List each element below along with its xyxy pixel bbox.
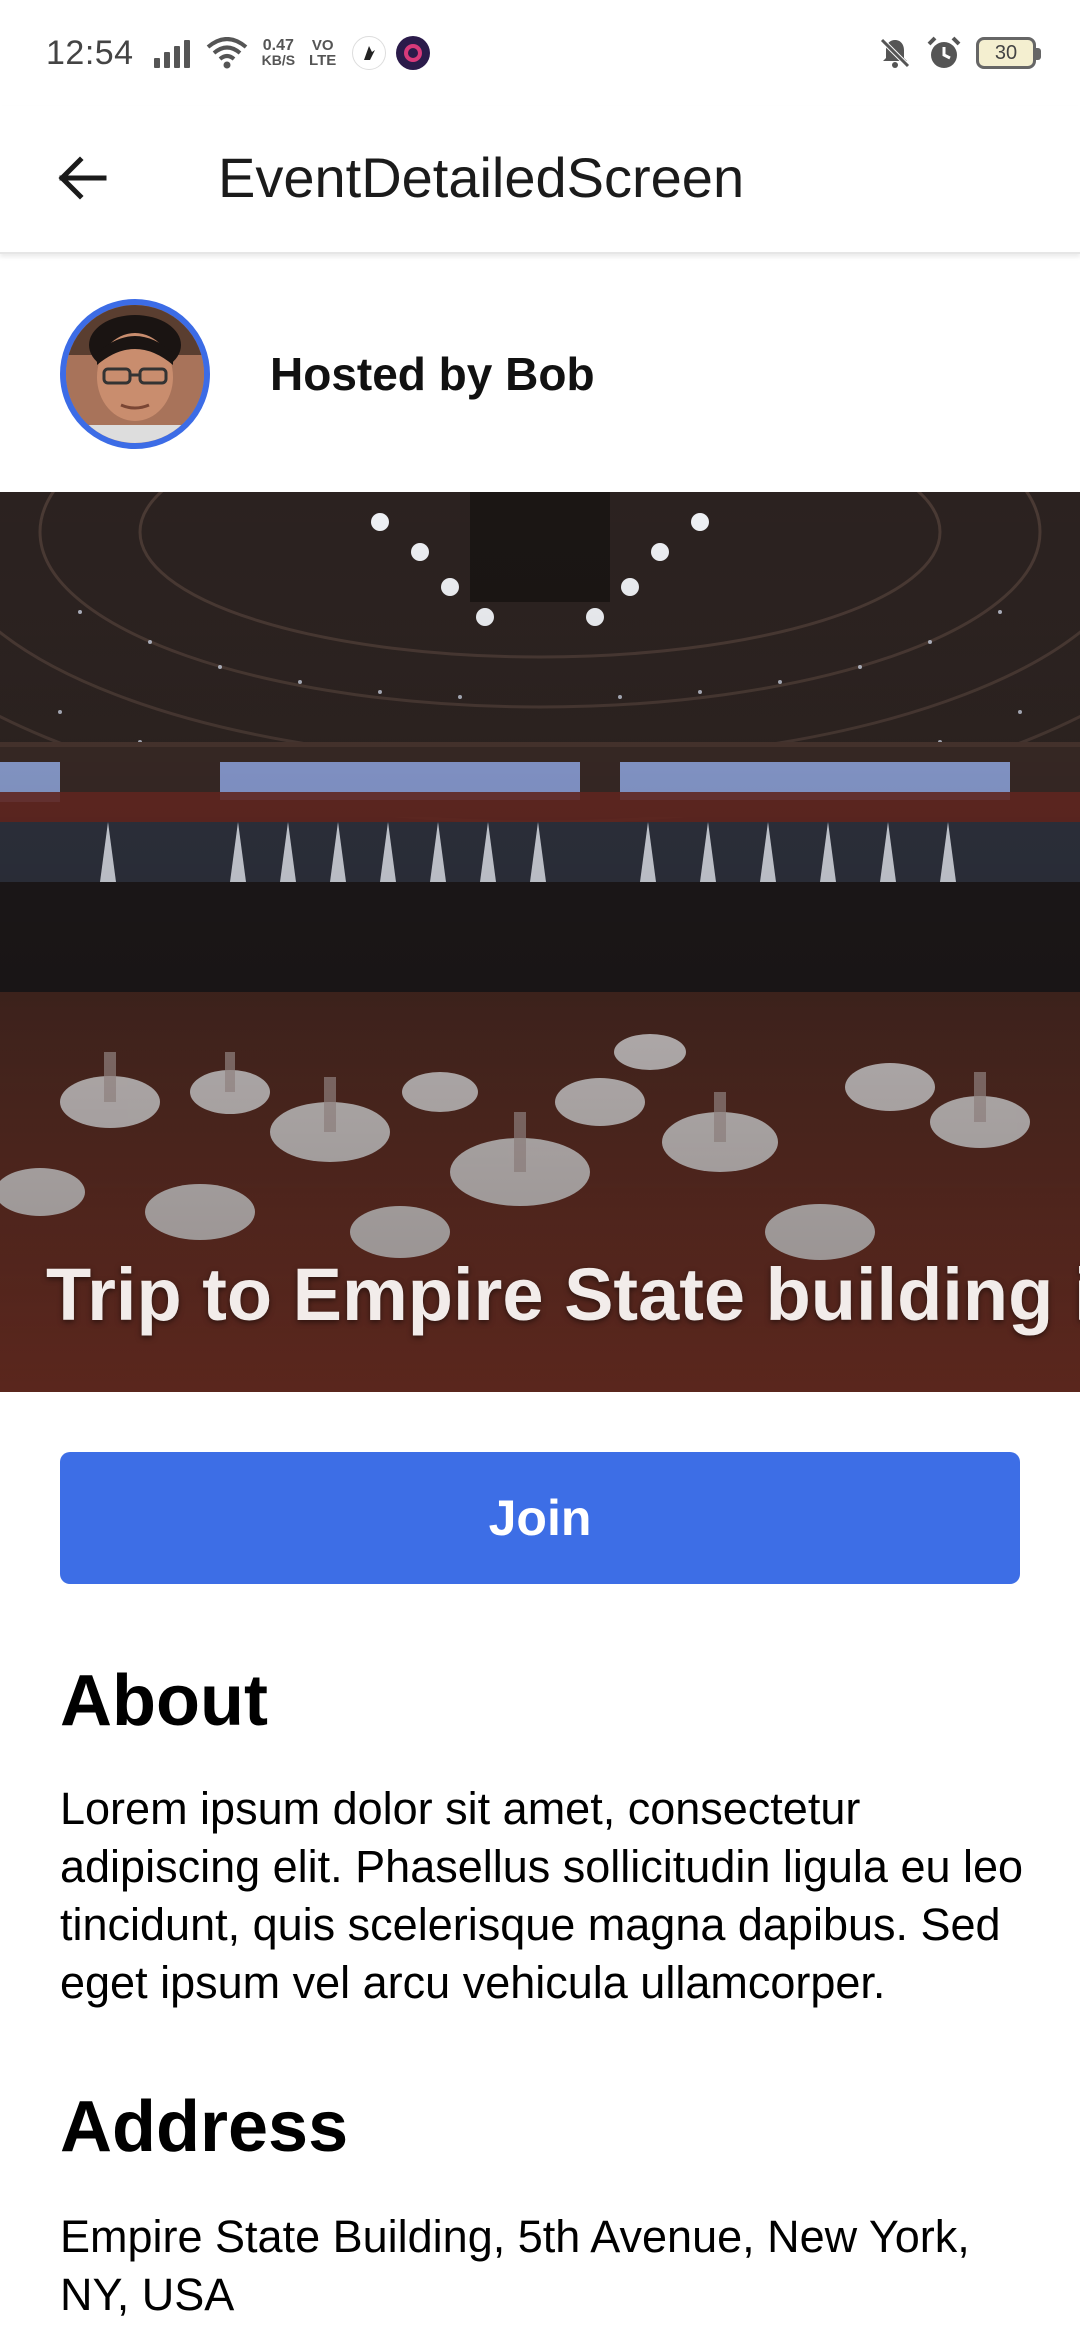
host-row: Hosted by Bob [0, 256, 1080, 492]
status-bar-right: 30 [878, 35, 1041, 71]
network-speed-unit: KB/S [261, 52, 296, 68]
page-title: EventDetailedScreen [218, 146, 745, 209]
app-notification-icon-2 [396, 36, 431, 70]
network-speed-value: 0.47 [262, 37, 294, 54]
volte-bottom: LTE [309, 52, 337, 69]
battery-icon: 30 [976, 37, 1041, 69]
address-heading: Address [60, 2087, 349, 2167]
app-bar: EventDetailedScreen [0, 106, 1080, 254]
join-button[interactable]: Join [60, 1452, 1020, 1584]
event-title: Trip to Empire State building is [46, 1253, 1080, 1336]
status-bar: 12:54 0.47 KB/S VO LTE 30 [0, 0, 1080, 106]
back-button[interactable] [44, 140, 120, 216]
about-text: Lorem ipsum dolor sit amet, consectetur … [60, 1783, 1024, 2008]
address-text: Empire State Building, 5th Avenue, New Y… [60, 2211, 970, 2320]
event-detail-screen: 12:54 0.47 KB/S VO LTE 30 EventDetailedS… [0, 0, 1080, 2340]
host-label: Hosted by Bob [270, 348, 595, 400]
volte-top: VO [311, 37, 334, 54]
arrow-left-icon [58, 156, 107, 200]
mute-notifications-icon [878, 36, 912, 70]
signal-icon [152, 38, 192, 68]
status-bar-left: 12:54 0.47 KB/S VO LTE [46, 34, 440, 73]
about-heading: About [60, 1661, 268, 1741]
alarm-icon [926, 35, 962, 71]
wifi-icon [206, 37, 248, 69]
app-notification-icon [352, 36, 387, 70]
battery-level: 30 [994, 41, 1018, 64]
status-time: 12:54 [46, 33, 134, 72]
network-speed: 0.47 KB/S [261, 37, 296, 68]
host-avatar[interactable] [60, 299, 210, 449]
volte-indicator: VO LTE [309, 38, 336, 68]
